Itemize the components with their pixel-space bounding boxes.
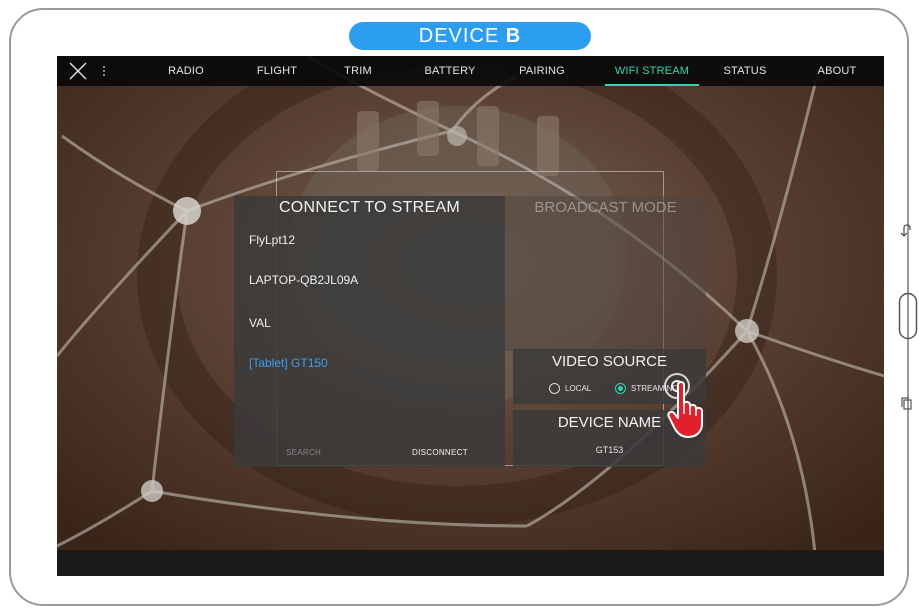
tab-pairing[interactable]: PAIRING <box>519 56 565 86</box>
tab-trim[interactable]: TRIM <box>344 56 372 86</box>
device-label: DEVICE B <box>349 22 591 50</box>
close-x-icon[interactable] <box>69 62 87 80</box>
tab-about[interactable]: ABOUT <box>818 56 857 86</box>
vertical-dots-icon[interactable] <box>102 64 106 78</box>
recent-apps-icon[interactable] <box>901 397 912 410</box>
tab-flight[interactable]: FLIGHT <box>257 56 297 86</box>
broadcast-mode-title: BROADCAST MODE <box>534 199 677 216</box>
pointing-hand-icon <box>667 381 703 438</box>
broadcast-panel <box>505 196 706 351</box>
streaming-radio[interactable] <box>615 383 626 394</box>
local-radio[interactable] <box>549 383 560 394</box>
home-icon[interactable] <box>898 292 918 340</box>
back-icon[interactable] <box>900 224 912 238</box>
search-button[interactable]: SEARCH <box>286 448 321 457</box>
active-tab-indicator <box>605 84 699 86</box>
video-source-title: VIDEO SOURCE <box>551 353 668 370</box>
device-label-letter: B <box>505 25 522 47</box>
tab-wifi-stream[interactable]: WIFI STREAM <box>615 56 689 86</box>
network-item[interactable]: FlyLpt12 <box>249 233 295 247</box>
local-radio-label[interactable]: LOCAL <box>565 383 591 394</box>
tab-radio[interactable]: RADIO <box>168 56 204 86</box>
network-item-selected[interactable]: [Tablet] GT150 <box>249 356 328 370</box>
app-screen: RADIO FLIGHT TRIM BATTERY PAIRING WIFI S… <box>57 56 884 576</box>
tab-battery[interactable]: BATTERY <box>424 56 475 86</box>
top-navigation-bar: RADIO FLIGHT TRIM BATTERY PAIRING WIFI S… <box>57 56 884 86</box>
device-name-value: GT153 <box>595 445 624 455</box>
disconnect-button[interactable]: DISCONNECT <box>412 448 468 457</box>
connect-panel-title: CONNECT TO STREAM <box>278 199 461 216</box>
tab-status[interactable]: STATUS <box>724 56 767 86</box>
connect-to-stream-panel: CONNECT TO STREAM FlyLpt12 LAPTOP-QB2JL0… <box>234 196 505 467</box>
network-item[interactable]: LAPTOP-QB2JL09A <box>249 273 358 287</box>
device-label-prefix: DEVICE <box>418 25 500 47</box>
bottom-bar <box>57 550 884 576</box>
network-item[interactable]: VAL <box>249 316 271 330</box>
